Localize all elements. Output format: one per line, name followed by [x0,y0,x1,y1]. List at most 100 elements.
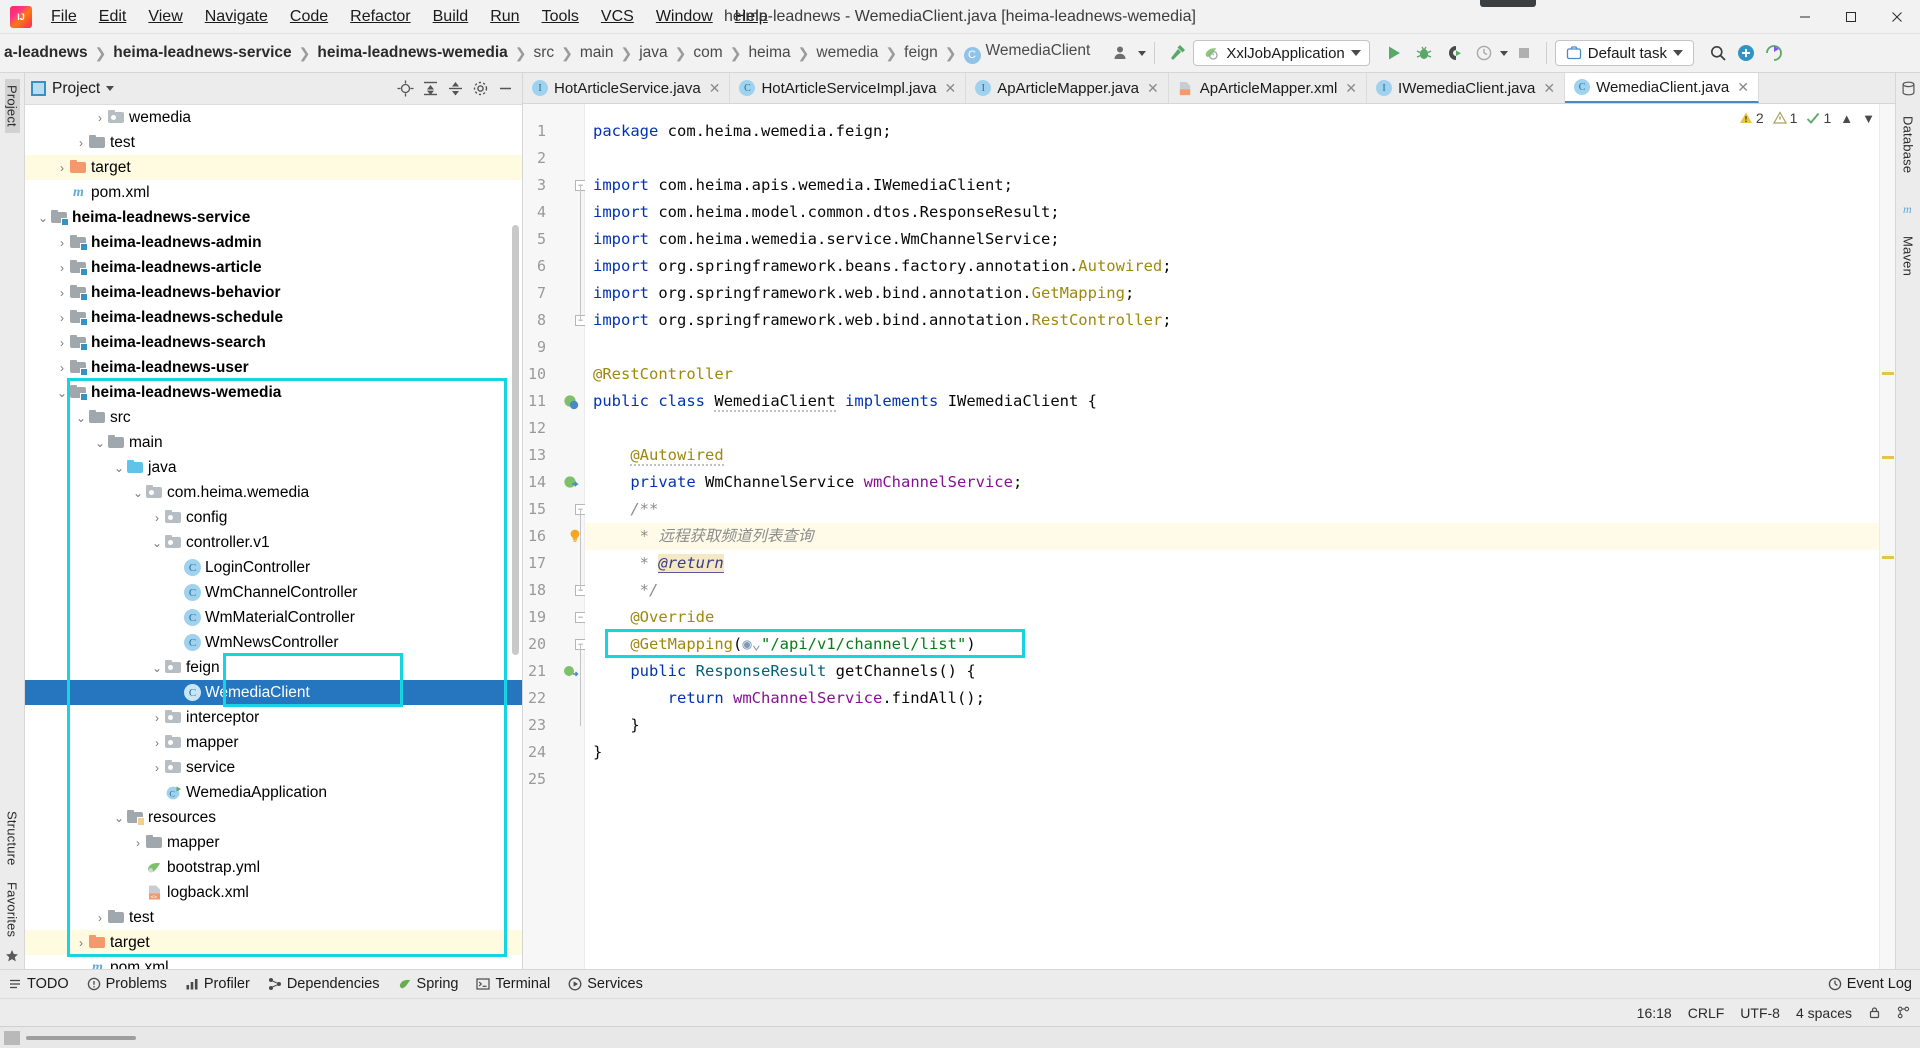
avatar-dropdown-caret-icon[interactable] [1138,50,1147,56]
tree-node-heima-leadnews-service[interactable]: ⌄ heima-leadnews-service [25,205,522,230]
tree-node-service[interactable]: › service [25,755,522,780]
tree-node-test[interactable]: › test [25,130,522,155]
chevron-right-icon[interactable]: › [130,836,146,850]
tree-node-target[interactable]: › target [25,930,522,955]
code-line-7[interactable]: import org.springframework.web.bind.anno… [593,280,1134,307]
project-tree-scrollbar[interactable] [512,225,519,655]
menu-navigate[interactable]: Navigate [194,5,279,29]
taskbar-app-icon[interactable] [4,1030,20,1045]
run-icon[interactable] [1380,39,1408,67]
code-line-15[interactable]: /** [593,496,658,523]
tree-node-test[interactable]: › test [25,905,522,930]
profiler-dropdown-caret-icon[interactable] [1499,50,1508,56]
spring-bean-gutter-icon[interactable] [563,475,579,491]
tree-node-com-heima-wemedia[interactable]: ⌄ com.heima.wemedia [25,480,522,505]
menu-bar[interactable]: File Edit View Navigate Code Refactor Bu… [40,5,779,29]
chevron-down-icon[interactable]: ⌄ [35,211,51,225]
tree-node-interceptor[interactable]: › interceptor [25,705,522,730]
tool-problems[interactable]: Problems [87,976,167,992]
chevron-right-icon[interactable]: › [149,761,165,775]
breadcrumb-item-9[interactable]: feign [900,42,942,64]
chevron-down-icon[interactable] [1350,50,1361,56]
code-line-21[interactable]: public ResponseResult getChannels() { [593,658,975,685]
tree-node-java[interactable]: ⌄ java [25,455,522,480]
chevron-right-icon[interactable]: › [92,111,108,125]
tree-node-heima-leadnews-schedule[interactable]: › heima-leadnews-schedule [25,305,522,330]
menu-vcs[interactable]: VCS [590,5,645,29]
editor-tab-wemediaclient-java[interactable]: C WemediaClient.java ✕ [1565,73,1759,103]
breadcrumb-item-7[interactable]: heima [744,42,794,64]
editor-tab-hotarticleservice-java[interactable]: I HotArticleService.java ✕ [523,73,731,103]
inspection-mark-warning-2[interactable] [1882,456,1894,459]
breadcrumb-item-2[interactable]: heima-leadnews-wemedia [313,42,511,64]
close-icon[interactable]: ✕ [945,80,957,97]
code-line-8[interactable]: import org.springframework.web.bind.anno… [593,307,1172,334]
status-indent[interactable]: 4 spaces [1796,1005,1852,1021]
weak-warning-count[interactable]: 1 [1772,110,1797,126]
close-icon[interactable]: ✕ [709,80,721,97]
tree-node-heima-leadnews-behavior[interactable]: › heima-leadnews-behavior [25,280,522,305]
breadcrumb-item-8[interactable]: wemedia [812,42,882,64]
menu-code[interactable]: Code [279,5,339,29]
stop-icon[interactable] [1510,39,1538,67]
task-selector[interactable]: Default task [1554,40,1694,66]
tree-node-wemediaclient[interactable]: C WemediaClient [25,680,522,705]
chevron-right-icon[interactable]: › [54,286,70,300]
chevron-down-icon[interactable]: ⌄ [54,386,70,400]
close-button[interactable] [1874,0,1920,34]
branch-icon[interactable] [1897,1006,1910,1019]
code-line-14[interactable]: private WmChannelService wmChannelServic… [593,469,1022,496]
tool-dependencies[interactable]: Dependencies [268,976,380,992]
code-line-13[interactable]: @Autowired [593,442,724,469]
tree-node-heima-leadnews-wemedia[interactable]: ⌄ heima-leadnews-wemedia [25,380,522,405]
code-line-6[interactable]: import org.springframework.beans.factory… [593,253,1172,280]
status-line-separator[interactable]: CRLF [1688,1005,1725,1021]
code-line-24[interactable]: } [593,739,602,766]
collapse-all-icon[interactable] [444,78,466,100]
chevron-right-icon[interactable]: › [54,236,70,250]
code-line-1[interactable]: package com.heima.wemedia.feign; [593,118,892,145]
settings-gear-icon[interactable] [469,78,491,100]
tool-spring[interactable]: Spring [398,976,458,992]
chevron-right-icon[interactable]: › [149,511,165,525]
debug-icon[interactable] [1410,39,1438,67]
chevron-right-icon[interactable]: › [149,711,165,725]
tool-services[interactable]: Services [568,976,643,992]
chevron-right-icon[interactable]: › [92,911,108,925]
chevron-right-icon[interactable]: › [149,736,165,750]
next-highlight-icon[interactable]: ▼ [1862,111,1875,126]
editor-tab-aparticlemapper-xml[interactable]: ApArticleMapper.xml ✕ [1168,73,1368,103]
menu-build[interactable]: Build [422,5,480,29]
breadcrumb-item-1[interactable]: heima-leadnews-service [109,42,295,64]
overriding-method-gutter-icon[interactable] [563,664,579,680]
rail-item-structure[interactable]: Structure [5,805,20,872]
run-with-coverage-icon[interactable] [1440,39,1468,67]
code-line-10[interactable]: @RestController [593,361,733,388]
chevron-right-icon[interactable]: › [54,336,70,350]
menu-view[interactable]: View [137,5,193,29]
chevron-right-icon[interactable]: › [73,936,89,950]
chevron-down-icon[interactable]: ⌄ [130,486,146,500]
chevron-down-icon[interactable]: ⌄ [92,436,108,450]
tree-node-feign[interactable]: ⌄ feign [25,655,522,680]
tree-node-wmnewscontroller[interactable]: C WmNewsController [25,630,522,655]
menu-file[interactable]: File [40,5,88,29]
menu-tools[interactable]: Tools [531,5,590,29]
breadcrumb-item-4[interactable]: main [576,42,618,64]
tree-node-heima-leadnews-search[interactable]: › heima-leadnews-search [25,330,522,355]
inspection-mark-warning-3[interactable] [1882,556,1894,559]
tree-node-logback-xml[interactable]: <> logback.xml [25,880,522,905]
editor-tabs[interactable]: I HotArticleService.java ✕ C HotArticleServi… [523,73,1895,104]
code-line-4[interactable]: import com.heima.model.common.dtos.Respo… [593,199,1060,226]
lock-icon[interactable] [1868,1006,1881,1019]
inspection-summary[interactable]: 2 1 1 ▲ ▼ [1739,110,1875,126]
warning-count[interactable]: 2 [1739,110,1764,126]
task-chevron-down-icon[interactable] [1672,50,1683,56]
chevron-down-icon[interactable]: ⌄ [111,461,127,475]
breadcrumb-item-0[interactable]: a-leadnews [0,42,92,64]
code-line-19[interactable]: @Override [593,604,714,631]
tree-node-pom-xml[interactable]: m pom.xml [25,955,522,970]
build-hammer-icon[interactable] [1163,39,1191,67]
run-configuration-selector[interactable]: XxlJobApplication [1193,40,1370,66]
tree-node-mapper[interactable]: › mapper [25,830,522,855]
